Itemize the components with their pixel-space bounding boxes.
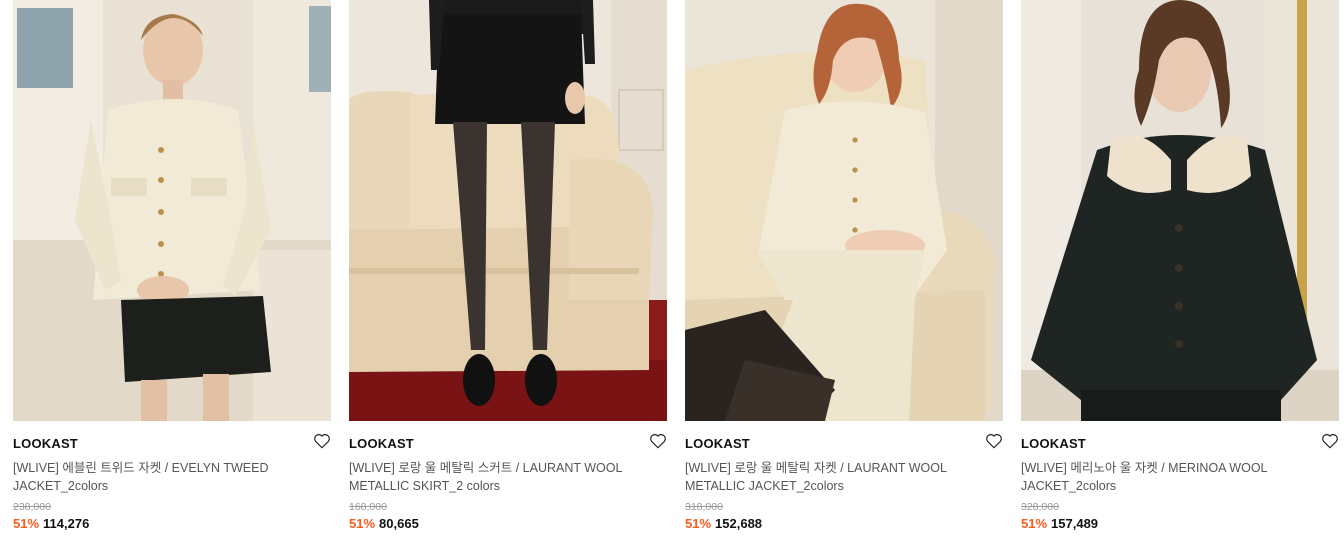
sale-price: 157,489 [1051, 516, 1099, 531]
product-photo-merinoa-jacket [1021, 0, 1339, 421]
discount-rate: 51% [1021, 516, 1048, 531]
sale-price: 80,665 [379, 516, 419, 531]
product-title[interactable]: [WLIVE] 로랑 울 메탈릭 자켓 / LAURANT WOOL METAL… [685, 459, 985, 495]
product-card[interactable]: LOOKAST [WLIVE] 로랑 울 메탈릭 스커트 / LAURANT W… [349, 0, 667, 544]
sale-price: 114,276 [43, 516, 90, 531]
product-card[interactable]: LOOKAST [WLIVE] 메리노아 울 자켓 / MERINOA WOOL… [1021, 0, 1339, 544]
discount-rate: 51% [685, 516, 712, 531]
product-card[interactable]: LOOKAST [WLIVE] 로랑 울 메탈릭 자켓 / LAURANT WO… [685, 0, 1003, 544]
discount-rate: 51% [13, 516, 40, 531]
price-row: 51% 157,489 [1021, 515, 1339, 533]
product-image[interactable] [13, 0, 331, 421]
product-image[interactable] [685, 0, 1003, 421]
product-grid: LOOKAST [WLIVE] 에블린 트위드 자켓 / EVELYN TWEE… [0, 0, 1344, 544]
product-title[interactable]: [WLIVE] 메리노아 울 자켓 / MERINOA WOOL JACKET_… [1021, 459, 1321, 495]
original-price: 318,000 [685, 501, 723, 513]
price-row: 51% 114,276 [13, 515, 331, 533]
brand-name[interactable]: LOOKAST [1021, 436, 1086, 451]
product-card[interactable]: LOOKAST [WLIVE] 에블린 트위드 자켓 / EVELYN TWEE… [13, 0, 331, 544]
product-title[interactable]: [WLIVE] 로랑 울 메탈릭 스커트 / LAURANT WOOL META… [349, 459, 649, 495]
price-row: 51% 152,688 [685, 515, 1003, 533]
heart-icon[interactable] [649, 432, 667, 450]
sale-price: 152,688 [715, 516, 763, 531]
heart-icon[interactable] [1321, 432, 1339, 450]
product-image[interactable] [349, 0, 667, 421]
discount-rate: 51% [349, 516, 376, 531]
brand-name[interactable]: LOOKAST [685, 436, 750, 451]
product-photo-laurant-skirt [349, 0, 667, 421]
price-row: 51% 80,665 [349, 515, 667, 533]
product-image[interactable] [1021, 0, 1339, 421]
product-photo-evelyn-jacket [13, 0, 331, 421]
heart-icon[interactable] [985, 432, 1003, 450]
brand-name[interactable]: LOOKAST [349, 436, 414, 451]
heart-icon[interactable] [313, 432, 331, 450]
original-price: 238,000 [13, 501, 51, 513]
product-title[interactable]: [WLIVE] 에블린 트위드 자켓 / EVELYN TWEED JACKET… [13, 459, 313, 495]
original-price: 328,000 [1021, 501, 1059, 513]
original-price: 168,000 [349, 501, 387, 513]
brand-name[interactable]: LOOKAST [13, 436, 78, 451]
product-photo-laurant-jacket [685, 0, 1003, 421]
